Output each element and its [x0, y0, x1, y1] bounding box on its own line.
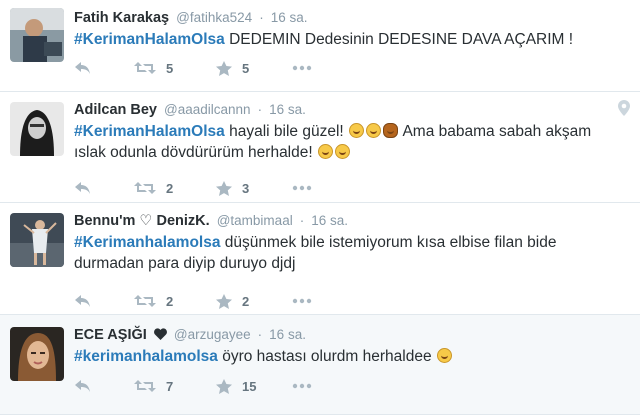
- retweet-icon: [134, 295, 156, 307]
- tweet-actions: 7 15: [74, 376, 322, 396]
- tweet-text-body: Ama babama sabah akşam: [399, 123, 592, 140]
- tweet-text-body: hayali bile güzel!: [224, 123, 344, 140]
- retweet-icon: [134, 182, 156, 194]
- tweet-actions: 2 2: [74, 291, 322, 311]
- retweet-button[interactable]: 5: [134, 61, 216, 76]
- grimace-emoji-icon: [335, 144, 350, 159]
- more-dots-icon: [292, 185, 312, 191]
- joy-emoji-icon: [349, 123, 365, 138]
- fullname[interactable]: Bennu'm ♡ DenizK.: [74, 213, 210, 229]
- hashtag-link[interactable]: #KerimanHalamOlsa: [74, 31, 225, 48]
- star-icon: [216, 180, 232, 196]
- more-button[interactable]: [292, 65, 322, 71]
- tweet-item[interactable]: ECE AŞIĞI @arzugayee · 16 sa. #kerimanha…: [0, 315, 640, 415]
- favorite-count: 3: [242, 180, 250, 196]
- joy-emoji-icon: [366, 123, 382, 138]
- tweet-header: ECE AŞIĞI @arzugayee · 16 sa.: [74, 325, 630, 345]
- more-button[interactable]: [292, 298, 322, 304]
- more-button[interactable]: [292, 383, 322, 389]
- avatar[interactable]: [10, 327, 64, 381]
- avatar[interactable]: [10, 102, 64, 156]
- avatar[interactable]: [10, 213, 64, 267]
- retweet-count: 5: [166, 60, 174, 76]
- separator-dot: ·: [257, 102, 263, 117]
- location-pin-icon[interactable]: [618, 100, 630, 121]
- tweet-text-body: DEDEMIN Dedesinin DEDESINE DAVA AÇARIM !: [224, 31, 574, 48]
- favorite-button[interactable]: 5: [216, 60, 292, 76]
- more-dots-icon: [292, 298, 312, 304]
- username[interactable]: @tambimaal: [217, 213, 293, 228]
- retweet-button[interactable]: 7: [134, 379, 216, 394]
- favorite-button[interactable]: 3: [216, 180, 292, 196]
- tweet-text-line: ıslak odunla dövdürürüm herhalde!: [74, 144, 313, 161]
- retweet-icon: [134, 380, 156, 392]
- reply-icon: [75, 295, 90, 307]
- retweet-icon: [134, 62, 156, 74]
- reply-icon: [75, 380, 90, 392]
- timestamp[interactable]: 16 sa.: [271, 10, 308, 25]
- tweet-header: Bennu'm ♡ DenizK. @tambimaal · 16 sa.: [74, 211, 630, 231]
- more-dots-icon: [292, 383, 312, 389]
- reply-icon: [75, 62, 90, 74]
- favorite-count: 5: [242, 60, 250, 76]
- tweet-text: #kerimanhalamolsa öyro hastası olurdm he…: [74, 346, 630, 367]
- retweet-count: 2: [166, 180, 174, 196]
- separator-dot: ·: [299, 213, 305, 228]
- heart-icon: [153, 326, 167, 346]
- joy-emoji-icon: [436, 348, 452, 363]
- tweet-item[interactable]: Fatih Karakaş @fatihka524 · 16 sa. #Keri…: [0, 0, 640, 92]
- timestamp[interactable]: 16 sa.: [269, 102, 306, 117]
- reply-button[interactable]: [74, 61, 134, 75]
- separator-dot: ·: [259, 10, 264, 25]
- tweet-header: Fatih Karakaş @fatihka524 · 16 sa.: [74, 8, 630, 28]
- tweet-text: #Kerimanhalamolsa düşünmek bile istemiyo…: [74, 232, 630, 274]
- tweet-item[interactable]: Adilcan Bey @aaadilcannn · 16 sa. #Kerim…: [0, 92, 640, 203]
- favorite-count: 15: [242, 378, 257, 394]
- username[interactable]: @aaadilcannn: [164, 102, 251, 117]
- separator-dot: ·: [257, 327, 263, 342]
- timestamp[interactable]: 16 sa.: [311, 213, 348, 228]
- timestamp[interactable]: 16 sa.: [269, 327, 306, 342]
- tweet-header: Adilcan Bey @aaadilcannn · 16 sa.: [74, 100, 630, 120]
- retweet-count: 7: [166, 378, 174, 394]
- fullname[interactable]: Fatih Karakaş: [74, 10, 169, 26]
- favorite-button[interactable]: 2: [216, 293, 292, 309]
- favorite-button[interactable]: 15: [216, 378, 292, 394]
- retweet-count: 2: [166, 293, 174, 309]
- tweet-actions: 5 5: [74, 58, 322, 78]
- retweet-button[interactable]: 2: [134, 294, 216, 309]
- more-dots-icon: [292, 65, 312, 71]
- username[interactable]: @fatihka524: [176, 10, 252, 25]
- star-icon: [216, 378, 232, 394]
- favorite-count: 2: [242, 293, 250, 309]
- tweet-text-body: öyro hastası olurdm herhaldee: [217, 348, 432, 365]
- star-icon: [216, 293, 232, 309]
- more-button[interactable]: [292, 185, 322, 191]
- tweet-timeline: Fatih Karakaş @fatihka524 · 16 sa. #Keri…: [0, 0, 640, 415]
- tweet-text: #KerimanHalamOlsa DEDEMIN Dedesinin DEDE…: [74, 29, 630, 50]
- grimace-emoji-icon: [318, 144, 333, 159]
- hashtag-link[interactable]: #Kerimanhalamolsa: [74, 234, 220, 251]
- hashtag-link[interactable]: #KerimanHalamOlsa: [74, 123, 225, 140]
- tweet-text-line: durmadan para diyip duruyo djdj: [74, 255, 296, 272]
- fullname[interactable]: ECE AŞIĞI: [74, 327, 147, 343]
- tweet-text: #KerimanHalamOlsa hayali bile güzel! Ama…: [74, 121, 630, 163]
- fullname[interactable]: Adilcan Bey: [74, 102, 157, 118]
- star-icon: [216, 60, 232, 76]
- avatar[interactable]: [10, 8, 64, 62]
- username[interactable]: @arzugayee: [174, 327, 251, 342]
- retweet-button[interactable]: 2: [134, 181, 216, 196]
- tweet-item[interactable]: Bennu'm ♡ DenizK. @tambimaal · 16 sa. #K…: [0, 203, 640, 315]
- tweet-actions: 2 3: [74, 178, 322, 198]
- reply-button[interactable]: [74, 379, 134, 393]
- reply-icon: [75, 182, 90, 194]
- hashtag-link[interactable]: #kerimanhalamolsa: [74, 348, 218, 365]
- tweet-text-body: düşünmek bile istemiyorum kısa elbise fi…: [220, 234, 557, 251]
- reply-button[interactable]: [74, 181, 134, 195]
- reply-button[interactable]: [74, 294, 134, 308]
- see-no-evil-monkey-icon: [383, 123, 399, 138]
